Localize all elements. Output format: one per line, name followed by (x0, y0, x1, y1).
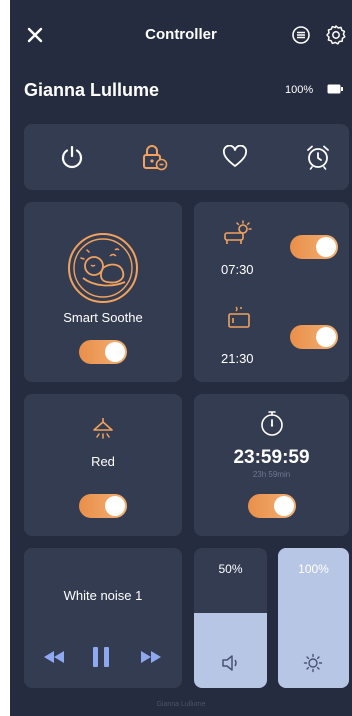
smart-soothe-toggle[interactable] (79, 340, 127, 364)
schedules-card: 07:30 21:30 (194, 202, 349, 382)
schedule-time: 07:30 (221, 262, 254, 277)
stopwatch-icon (258, 410, 286, 438)
speaker-icon (221, 654, 241, 672)
volume-slider[interactable]: 50% (194, 548, 267, 688)
light-color-label: Red (91, 454, 115, 469)
sound-player-card: White noise 1 (24, 548, 182, 688)
timer-countdown: 23:59:59 (233, 447, 310, 468)
timer-toggle[interactable] (248, 494, 296, 518)
heart-icon[interactable] (222, 145, 248, 169)
lamp-icon (90, 416, 116, 440)
rewind-icon[interactable] (43, 650, 65, 664)
sleeping-baby-icon (63, 228, 143, 308)
quick-actions-bar (24, 124, 349, 190)
volume-fill (194, 613, 267, 688)
timer-subtext: 23h 59min (252, 470, 291, 479)
controller-screen: Controller Gianna Lullume 100% Smart Soo… (10, 0, 352, 716)
track-name: White noise 1 (63, 588, 143, 603)
schedule-time: 21:30 (221, 351, 254, 366)
brightness-label: 100% (298, 562, 329, 576)
gear-icon[interactable] (325, 24, 347, 46)
footer-device-name: Gianna Lullume (156, 701, 206, 708)
alarm-clock-icon[interactable] (304, 143, 332, 171)
child-lock-icon[interactable] (139, 142, 169, 172)
battery-icon (327, 84, 343, 94)
sleep-moon-icon[interactable] (226, 305, 254, 331)
light-toggle[interactable] (79, 494, 127, 518)
brightness-sun-icon (303, 653, 323, 673)
night-light-card[interactable]: Red (24, 394, 182, 536)
battery-percent: 100% (285, 84, 314, 96)
smart-soothe-card[interactable]: Smart Soothe (24, 202, 182, 382)
wake-sun-icon[interactable] (223, 220, 253, 246)
fast-forward-icon[interactable] (140, 650, 162, 664)
power-icon[interactable] (59, 144, 85, 170)
smart-soothe-label: Smart Soothe (63, 310, 143, 325)
pause-icon[interactable] (92, 646, 110, 668)
volume-label: 50% (218, 562, 243, 576)
schedule-toggle[interactable] (290, 235, 338, 259)
timer-card[interactable]: 23:59:59 23h 59min (194, 394, 349, 536)
schedule-toggle[interactable] (290, 325, 338, 349)
brightness-slider[interactable]: 100% (278, 548, 349, 688)
list-icon[interactable] (291, 25, 311, 45)
device-name: Gianna Lullume (24, 80, 160, 100)
